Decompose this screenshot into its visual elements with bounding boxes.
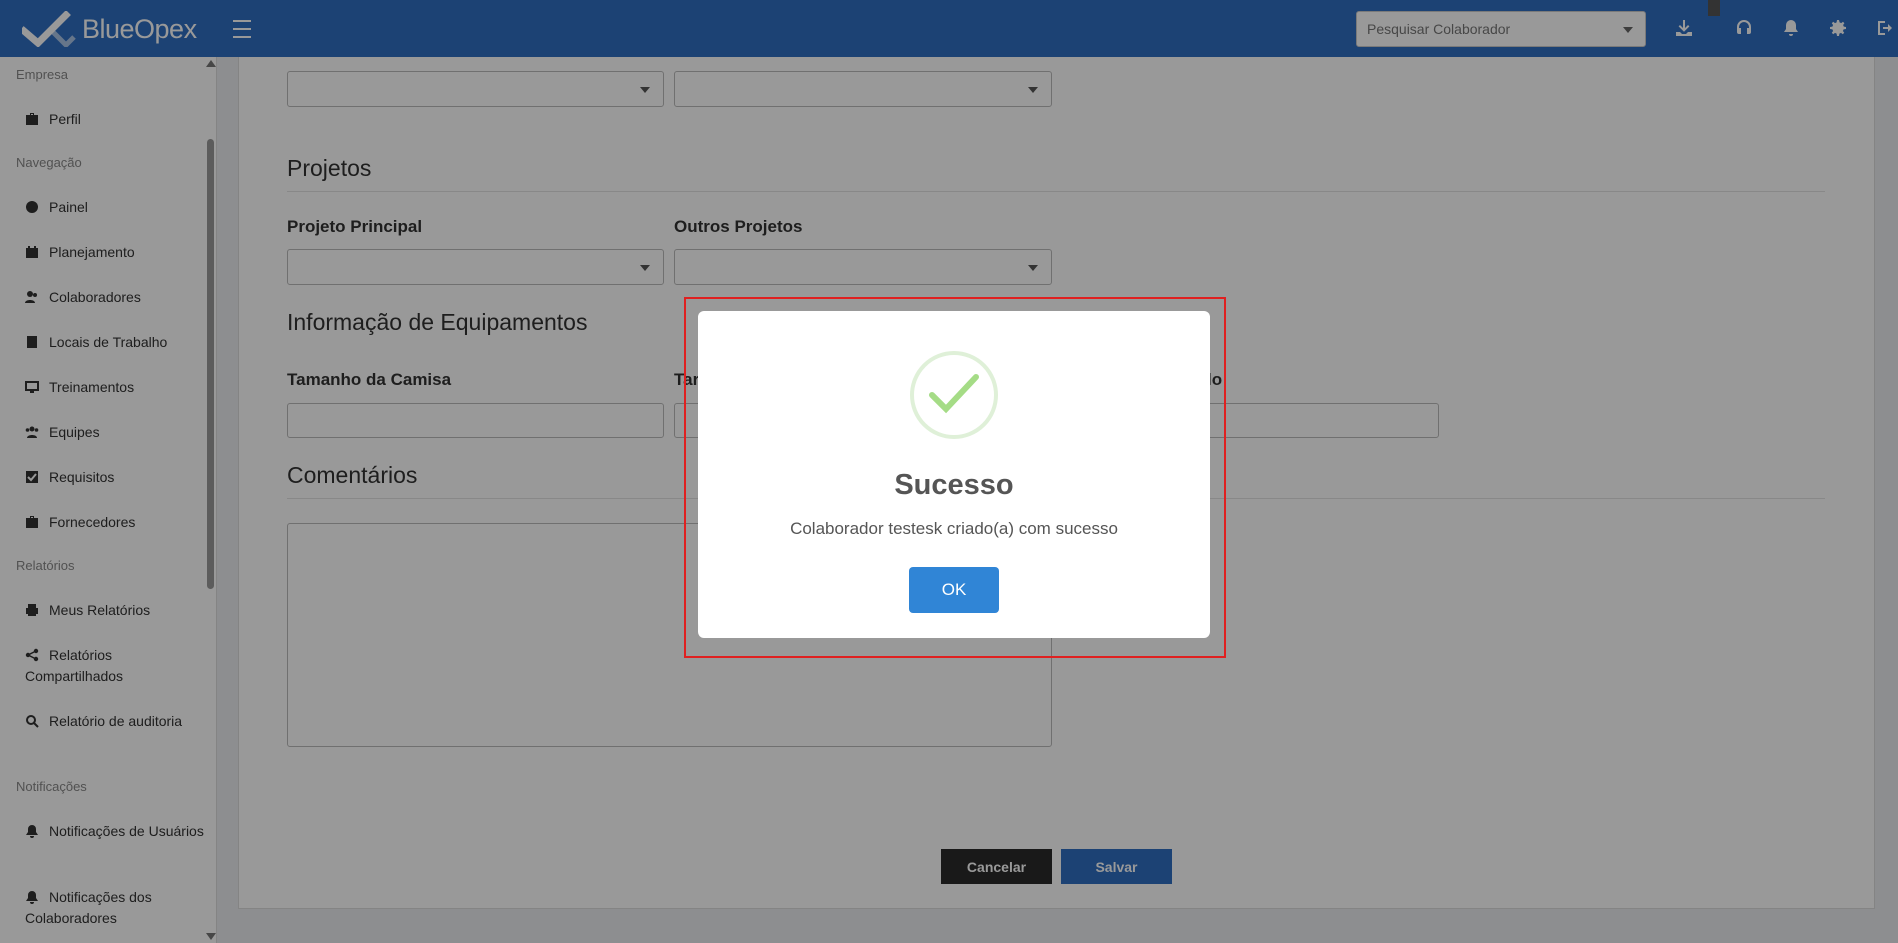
success-dialog: Sucesso Colaborador testesk criado(a) co… bbox=[698, 311, 1210, 638]
check-icon bbox=[910, 351, 998, 439]
ok-button[interactable]: OK bbox=[909, 567, 999, 613]
dialog-message: Colaborador testesk criado(a) com sucess… bbox=[790, 519, 1118, 538]
dialog-title: Sucesso bbox=[894, 469, 1014, 501]
